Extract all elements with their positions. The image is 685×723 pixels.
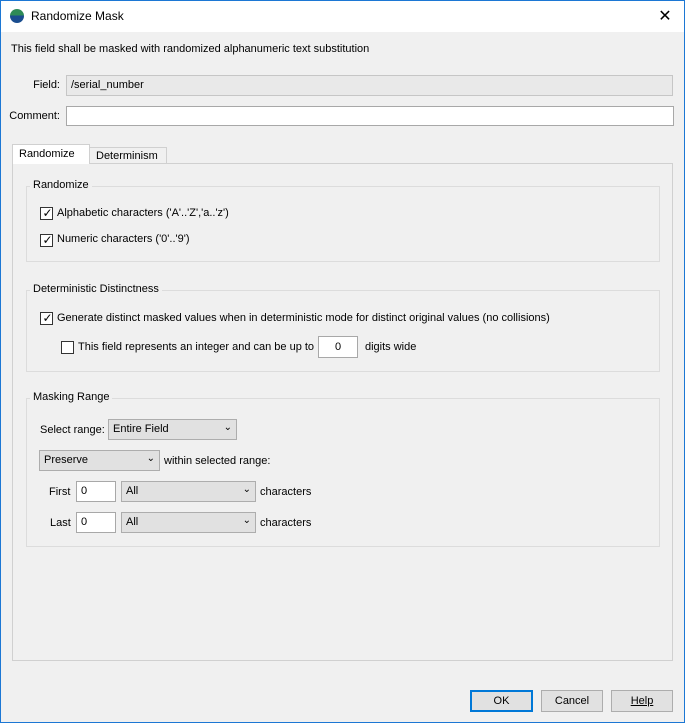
select-range-value: Entire Field <box>113 423 169 435</box>
title-bar: Randomize Mask ✕ <box>1 1 684 32</box>
randomize-group: Randomize ✓ Alphabetic characters ('A'..… <box>26 179 660 262</box>
chevron-down-icon: ⌄ <box>242 484 251 495</box>
dialog-description: This field shall be masked with randomiz… <box>11 43 370 55</box>
digits-input[interactable]: 0 <box>318 336 358 358</box>
window-title: Randomize Mask <box>31 9 124 23</box>
last-label: Last <box>50 517 71 529</box>
ok-button[interactable]: OK <box>470 690 533 712</box>
integer-checkbox[interactable] <box>61 341 74 354</box>
last-suffix: characters <box>260 517 312 529</box>
select-range-dropdown[interactable]: Entire Field ⌄ <box>108 419 237 440</box>
generate-distinct-label: Generate distinct masked values when in … <box>57 312 550 324</box>
help-button[interactable]: Help <box>611 690 673 712</box>
distinctness-group-title: Deterministic Distinctness <box>30 283 162 295</box>
comment-label: Comment: <box>9 110 60 122</box>
masking-range-group-title: Masking Range <box>30 391 113 403</box>
last-count-input[interactable]: 0 <box>76 512 116 533</box>
first-suffix: characters <box>260 486 312 498</box>
select-range-label: Select range: <box>40 424 105 436</box>
tab-randomize[interactable]: Randomize <box>12 144 90 164</box>
first-count-input[interactable]: 0 <box>76 481 116 502</box>
field-label: Field: <box>33 79 60 91</box>
chevron-down-icon: ⌄ <box>223 422 232 433</box>
digits-suffix: digits wide <box>365 341 417 353</box>
numeric-label: Numeric characters ('0'..'9') <box>57 233 190 245</box>
close-icon[interactable]: ✕ <box>646 1 684 32</box>
mode-suffix: within selected range: <box>164 455 271 467</box>
last-type-value: All <box>126 516 139 528</box>
chevron-down-icon: ⌄ <box>146 453 155 464</box>
tab-determinism[interactable]: Determinism <box>89 147 167 164</box>
generate-distinct-checkbox[interactable]: ✓ <box>40 311 53 325</box>
numeric-checkbox[interactable]: ✓ <box>40 233 53 247</box>
first-label: First <box>49 486 71 498</box>
masking-range-group: Masking Range Select range: Entire Field… <box>26 391 660 547</box>
mode-value: Preserve <box>44 454 89 466</box>
field-value: /serial_number <box>66 75 673 96</box>
chevron-down-icon: ⌄ <box>242 515 251 526</box>
randomize-group-title: Randomize <box>30 179 92 191</box>
randomize-tab-panel: Randomize ✓ Alphabetic characters ('A'..… <box>12 163 673 661</box>
integer-label: This field represents an integer and can… <box>78 341 315 353</box>
alphabetic-checkbox[interactable]: ✓ <box>40 206 53 220</box>
cancel-button[interactable]: Cancel <box>541 690 603 712</box>
first-type-dropdown[interactable]: All ⌄ <box>121 481 256 502</box>
first-type-value: All <box>126 485 139 497</box>
last-type-dropdown[interactable]: All ⌄ <box>121 512 256 533</box>
alphabetic-label: Alphabetic characters ('A'..'Z','a..'z') <box>57 207 229 219</box>
dialog-window: Randomize Mask ✕ This field shall be mas… <box>0 0 685 723</box>
check-icon: ✓ <box>42 311 53 325</box>
app-globe-icon <box>10 9 24 23</box>
check-icon: ✓ <box>42 206 53 220</box>
mode-dropdown[interactable]: Preserve ⌄ <box>39 450 160 471</box>
check-icon: ✓ <box>42 233 53 247</box>
distinctness-group: Deterministic Distinctness ✓ Generate di… <box>26 283 660 372</box>
comment-input[interactable] <box>66 106 674 126</box>
